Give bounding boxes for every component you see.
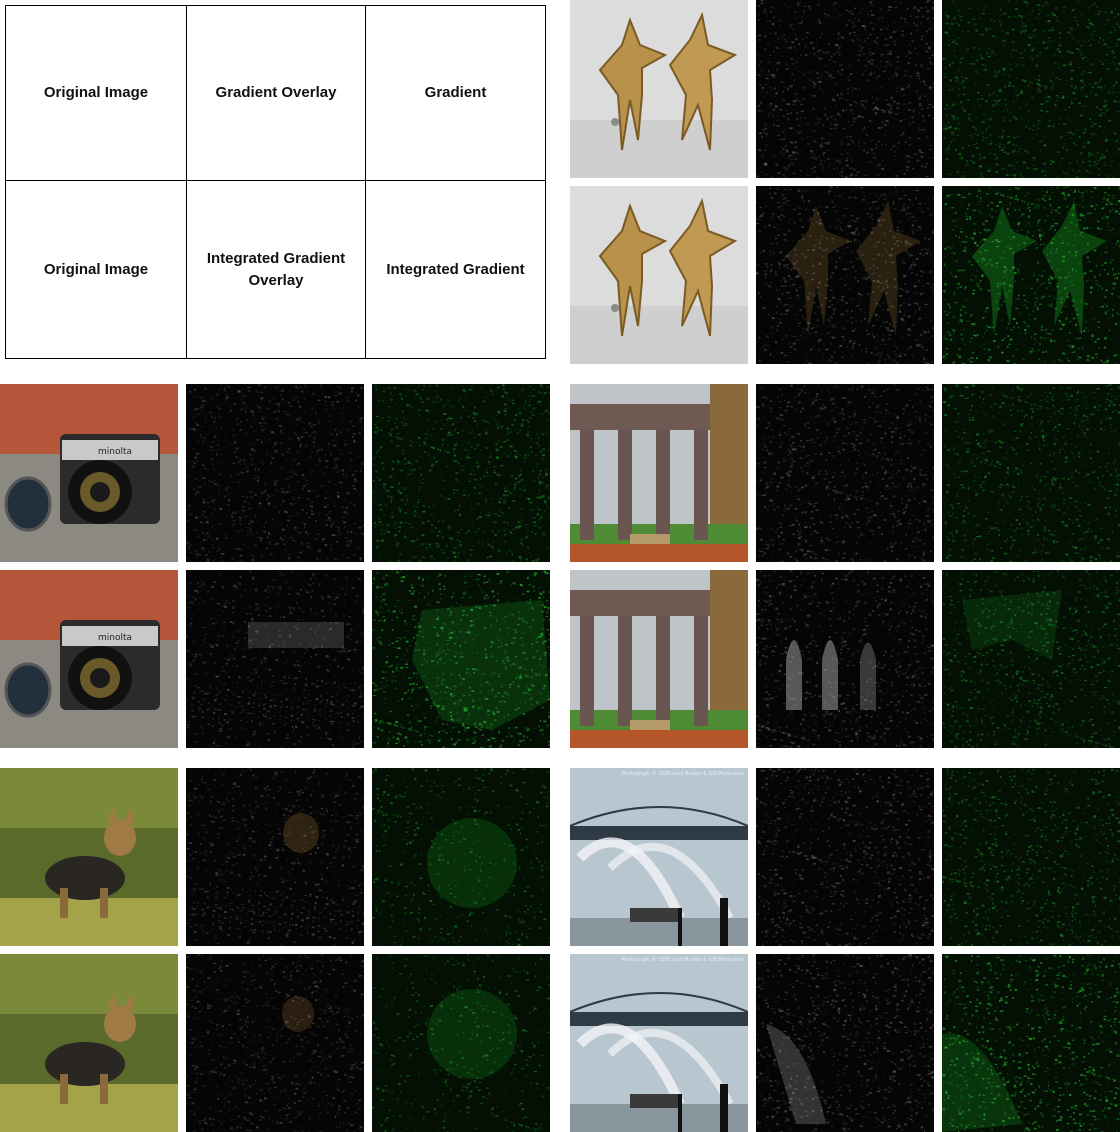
legend-table: Original Image Gradient Overlay Gradient…: [5, 5, 546, 359]
viaduct-integrated-gradient: [942, 570, 1120, 748]
fireboat-integrated-gradient: [942, 954, 1120, 1132]
camera-gradient-overlay: [186, 384, 364, 562]
viaduct-original-image-2: [570, 570, 748, 748]
dog-gradient: [372, 768, 550, 946]
camera-integrated-gradient: [372, 570, 550, 748]
legend-original-image-ig: Original Image: [5, 180, 187, 359]
starfish-integrated-gradient-overlay: [756, 186, 934, 364]
viaduct-original-image-1: [570, 384, 748, 562]
camera-gradient: [372, 384, 550, 562]
legend-gradient: Gradient: [365, 5, 546, 181]
legend-integrated-gradient-overlay: Integrated Gradient Overlay: [186, 180, 366, 359]
starfish-gradient-overlay-1: [756, 0, 934, 178]
fireboat-gradient-overlay: [756, 768, 934, 946]
viaduct-gradient: [942, 384, 1120, 562]
dog-gradient-overlay: [186, 768, 364, 946]
dog-original-image-2: [0, 954, 178, 1132]
viaduct-gradient-overlay: [756, 384, 934, 562]
legend-integrated-gradient: Integrated Gradient: [365, 180, 546, 359]
starfish-original-image-2: [570, 186, 748, 364]
camera-original-image-1: minolta: [0, 384, 178, 562]
legend-original-image: Original Image: [5, 5, 187, 181]
starfish-integrated-gradient: [942, 186, 1120, 364]
fireboat-gradient: [942, 768, 1120, 946]
camera-integrated-gradient-overlay: [186, 570, 364, 748]
fireboat-original-image-1: Photograph © 2005 Lord Bruker & ILB/Phot…: [570, 768, 748, 946]
fireboat-original-image-2: Photograph © 2005 Lord Bruker & ILB/Phot…: [570, 954, 748, 1132]
dog-integrated-gradient: [372, 954, 550, 1132]
photo-credit: Photograph © 2005 Lord Bruker & ILB/Phot…: [621, 771, 744, 777]
dog-integrated-gradient-overlay: [186, 954, 364, 1132]
photo-credit-2: Photograph © 2005 Lord Bruker & ILB/Phot…: [621, 957, 744, 963]
svg-text:minolta: minolta: [98, 447, 132, 457]
legend-gradient-overlay: Gradient Overlay: [186, 5, 366, 181]
dog-original-image-1: [0, 768, 178, 946]
camera-original-image-2: minolta: [0, 570, 178, 748]
starfish-original-image-1: [570, 0, 748, 178]
starfish-gradient-1: [942, 0, 1120, 178]
viaduct-integrated-gradient-overlay: [756, 570, 934, 748]
fireboat-integrated-gradient-overlay: [756, 954, 934, 1132]
